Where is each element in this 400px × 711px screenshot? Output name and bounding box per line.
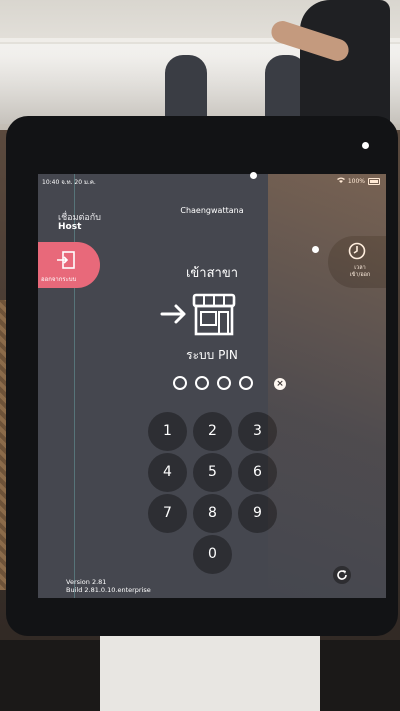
background-chair — [165, 55, 207, 125]
wifi-icon — [336, 177, 345, 185]
tablet-stand — [100, 636, 320, 711]
battery-icon — [368, 177, 380, 185]
host-label: Host — [58, 222, 82, 232]
background-person — [300, 0, 390, 130]
key-0[interactable]: 0 — [193, 535, 232, 574]
clear-pin-button[interactable]: × — [274, 378, 286, 390]
key-4[interactable]: 4 — [148, 453, 187, 492]
battery-percent: 100% — [347, 177, 365, 185]
light-reflection — [250, 172, 257, 179]
key-7[interactable]: 7 — [148, 494, 187, 533]
key-2[interactable]: 2 — [193, 412, 232, 451]
branch-title: Chaengwattana — [180, 206, 244, 215]
key-6[interactable]: 6 — [238, 453, 277, 492]
refresh-button[interactable] — [333, 566, 351, 584]
key-8[interactable]: 8 — [193, 494, 232, 533]
status-time-value: 10:40 — [42, 179, 60, 186]
key-9[interactable]: 9 — [238, 494, 277, 533]
pin-dot — [195, 376, 209, 390]
light-reflection — [362, 142, 369, 149]
pin-indicator — [173, 376, 253, 390]
store-entry-icon — [160, 293, 236, 336]
status-battery: 100% — [336, 177, 380, 185]
key-5[interactable]: 5 — [193, 453, 232, 492]
pin-dot — [239, 376, 253, 390]
pin-label: ระบบ PIN — [186, 348, 238, 362]
status-time: 10:40 จ.ท. 20 ม.ค. — [42, 177, 96, 187]
pin-dot — [173, 376, 187, 390]
build-text: Build 2.81.0.10.enterprise — [66, 586, 151, 594]
version-text: Version 2.81 — [66, 578, 107, 586]
clock-icon — [348, 242, 366, 260]
pin-dot — [217, 376, 231, 390]
mode-title: เข้าสาขา — [185, 266, 239, 281]
refresh-icon — [337, 570, 347, 580]
screen-reflection — [74, 174, 75, 598]
key-1[interactable]: 1 — [148, 412, 187, 451]
light-reflection — [312, 246, 319, 253]
status-date-value: จ.ท. 20 ม.ค. — [61, 179, 96, 186]
close-icon: × — [276, 379, 284, 389]
key-3[interactable]: 3 — [238, 412, 277, 451]
app-screen: 10:40 จ.ท. 20 ม.ค. 100% เชื่อมต่อกับ Hos… — [38, 174, 386, 598]
